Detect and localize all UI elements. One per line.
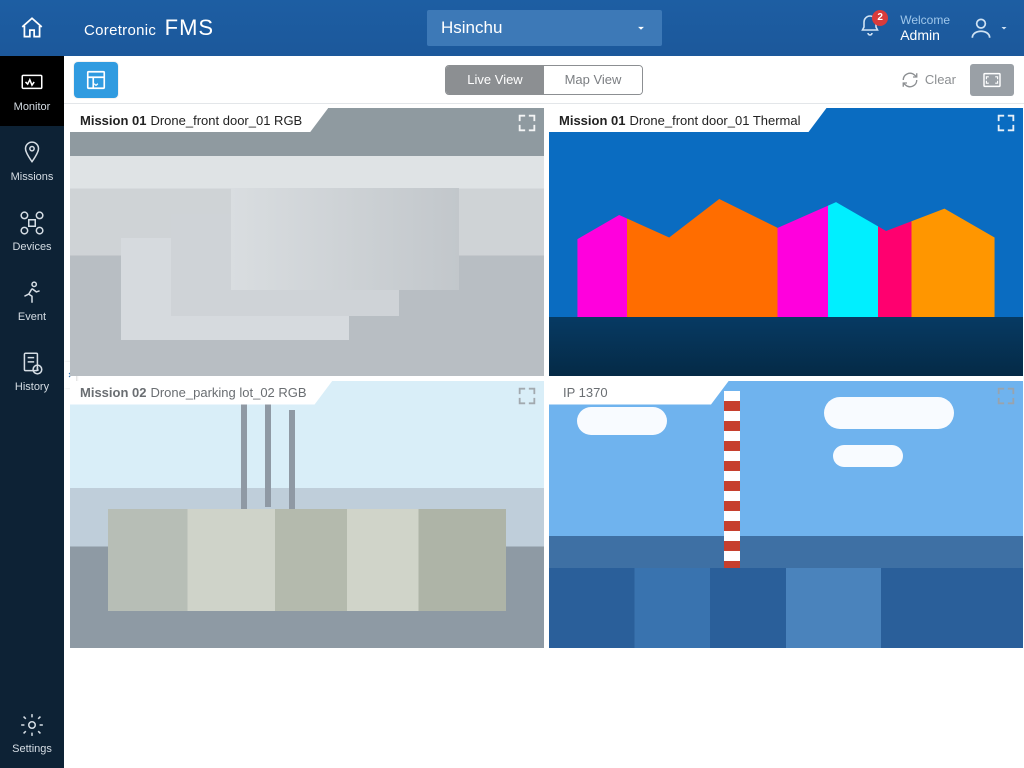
layout-icon <box>85 69 107 91</box>
expand-icon[interactable] <box>995 112 1017 134</box>
home-icon <box>19 15 45 41</box>
sidebar-item-event[interactable]: Event <box>0 266 64 336</box>
fullscreen-icon <box>982 72 1002 88</box>
tile-mission: Mission 02 <box>80 385 146 400</box>
caret-down-icon <box>998 22 1010 34</box>
user-icon <box>968 15 994 41</box>
sidebar-item-history[interactable]: History <box>0 336 64 406</box>
tile-title: Drone_front door_01 Thermal <box>629 113 800 128</box>
monitor-icon <box>19 70 45 96</box>
live-view-tab[interactable]: Live View <box>446 66 544 94</box>
header-right: 2 Welcome Admin <box>858 0 1010 56</box>
clear-label: Clear <box>925 72 956 87</box>
running-icon <box>19 280 45 306</box>
brand-suffix: FMS <box>165 15 214 40</box>
tile-label: Mission 01 Drone_front door_01 Thermal <box>549 108 827 132</box>
expand-icon[interactable] <box>516 385 538 407</box>
app-header: Coretronic FMS Hsinchu 2 Welcome Admin <box>0 0 1024 56</box>
tile-title: Drone_front door_01 RGB <box>150 113 302 128</box>
gear-icon <box>19 712 45 738</box>
brand: Coretronic FMS <box>84 15 214 41</box>
expand-icon[interactable] <box>995 385 1017 407</box>
sidebar-item-label: Devices <box>12 241 51 253</box>
fullscreen-button[interactable] <box>970 64 1014 96</box>
video-tile[interactable]: Mission 02 Drone_parking lot_02 RGB <box>70 381 544 649</box>
layout-button[interactable] <box>74 62 118 98</box>
tile-label: Mission 01 Drone_front door_01 RGB <box>70 108 328 132</box>
video-feed <box>70 108 544 376</box>
clear-button[interactable]: Clear <box>901 71 956 89</box>
sidebar-item-label: History <box>15 381 49 393</box>
sidebar-item-monitor[interactable]: Monitor <box>0 56 64 126</box>
caret-down-icon <box>634 21 648 35</box>
site-selected: Hsinchu <box>441 18 502 38</box>
sidebar-item-missions[interactable]: Missions <box>0 126 64 196</box>
video-feed <box>549 381 1023 649</box>
username: Admin <box>900 28 950 43</box>
user-menu-button[interactable] <box>968 15 1010 41</box>
sidebar-item-settings[interactable]: Settings <box>0 698 64 768</box>
toolbar: Live View Map View Clear <box>64 56 1024 104</box>
sidebar-item-devices[interactable]: Devices <box>0 196 64 266</box>
tile-label: IP 1370 <box>549 381 729 405</box>
view-mode-toggle: Live View Map View <box>445 65 643 95</box>
tile-title: Drone_parking lot_02 RGB <box>150 385 306 400</box>
sidebar-item-label: Settings <box>12 743 52 755</box>
notifications-button[interactable]: 2 <box>858 14 882 43</box>
video-tile[interactable]: Mission 01 Drone_front door_01 Thermal <box>549 108 1023 376</box>
video-tile[interactable]: Mission 01 Drone_front door_01 RGB <box>70 108 544 376</box>
map-view-tab[interactable]: Map View <box>544 66 642 94</box>
welcome-block: Welcome Admin <box>900 13 950 43</box>
home-button[interactable] <box>0 0 64 56</box>
tile-label: Mission 02 Drone_parking lot_02 RGB <box>70 381 333 405</box>
video-feed <box>70 381 544 649</box>
sidebar-item-label: Monitor <box>14 101 51 113</box>
refresh-icon <box>901 71 919 89</box>
welcome-label: Welcome <box>900 13 950 28</box>
expand-icon[interactable] <box>516 112 538 134</box>
video-grid: Mission 01 Drone_front door_01 RGB Missi… <box>70 108 1023 648</box>
sidebar: Monitor Missions Devices Event History S… <box>0 56 64 768</box>
sidebar-item-label: Event <box>18 311 46 323</box>
sidebar-item-label: Missions <box>11 171 54 183</box>
notification-badge: 2 <box>872 10 888 26</box>
tile-mission: Mission 01 <box>559 113 625 128</box>
history-icon <box>19 350 45 376</box>
site-selector[interactable]: Hsinchu <box>427 10 662 46</box>
tile-mission: Mission 01 <box>80 113 146 128</box>
map-pin-icon <box>19 140 45 166</box>
video-feed <box>549 108 1023 376</box>
video-tile[interactable]: IP 1370 <box>549 381 1023 649</box>
drone-icon <box>19 210 45 236</box>
tile-title: IP 1370 <box>563 385 608 400</box>
brand-prefix: Coretronic <box>84 22 156 39</box>
